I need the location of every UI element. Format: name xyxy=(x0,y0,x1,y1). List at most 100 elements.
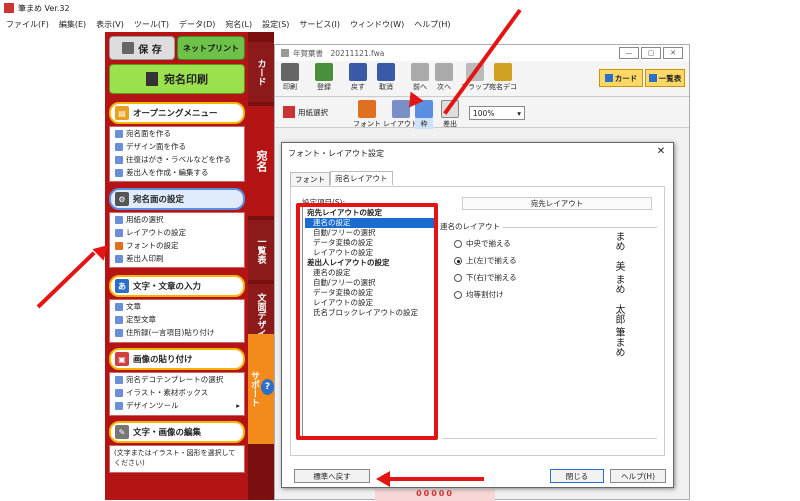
menu-item-layout[interactable]: レイアウトの設定 xyxy=(110,226,244,239)
dialog-title: フォント・レイアウト設定 xyxy=(288,148,384,158)
card-view-button[interactable]: カード xyxy=(599,69,643,87)
menu-item-deco-template[interactable]: 宛名デコテンプレートの選択 xyxy=(110,373,244,386)
menu-file[interactable]: ファイル(F) xyxy=(6,19,49,30)
postcard-icon xyxy=(115,155,123,164)
close-dialog-button[interactable]: 閉じる xyxy=(550,469,604,483)
radio-justify[interactable]: 均等割付け xyxy=(454,286,517,303)
section-text-input[interactable]: あ 文字・文章の入力 xyxy=(109,275,245,297)
address-print-label: 宛名印刷 xyxy=(164,73,208,86)
print-label: 印刷 xyxy=(283,83,297,91)
section-address-settings[interactable]: ⚙ 宛名面の設定 xyxy=(109,188,245,210)
tab-support[interactable]: ? サポート xyxy=(248,334,274,444)
netprint-button[interactable]: ネットプリント xyxy=(177,36,245,60)
menu-tools[interactable]: ツール(T) xyxy=(134,19,169,30)
radio-top[interactable]: 上(左)で揃える xyxy=(454,252,517,269)
paper-icon xyxy=(115,215,123,224)
menu-view[interactable]: 表示(V) xyxy=(96,19,124,30)
illust-icon xyxy=(115,388,123,397)
menu-item-create-address[interactable]: 宛名面を作る xyxy=(110,127,244,140)
radio-label: 下(右)で揃える xyxy=(466,273,517,282)
radio-label: 均等割付け xyxy=(466,290,504,299)
menu-item-create-design[interactable]: デザイン面を作る xyxy=(110,140,244,153)
item-label: 宛名デコテンプレートの選択 xyxy=(126,375,224,384)
font-icon xyxy=(115,241,123,250)
card-view-label: カード xyxy=(614,73,638,83)
menu-edit[interactable]: 編集(E) xyxy=(59,19,86,30)
font-button[interactable]: フォント xyxy=(353,100,381,129)
tab-card[interactable]: カード xyxy=(248,42,274,102)
help-icon: ? xyxy=(261,379,274,395)
next-button[interactable]: 次へ xyxy=(435,63,453,92)
menu-item-illust-box[interactable]: イラスト・素材ボックス xyxy=(110,386,244,399)
tab-address[interactable]: 宛名 xyxy=(248,106,274,216)
dialog-tabs: フォント 宛名レイアウト xyxy=(290,171,393,186)
help-label: ヘルプ(H) xyxy=(621,471,655,481)
item-label: 宛名面を作る xyxy=(126,129,171,138)
next-label: 次へ xyxy=(437,83,451,91)
menu-service[interactable]: サービス(I) xyxy=(299,19,340,30)
card-icon xyxy=(604,74,613,82)
section-image-paste[interactable]: ▣ 画像の貼り付け xyxy=(109,348,245,370)
menu-help[interactable]: ヘルプ(H) xyxy=(414,19,450,30)
menu-window[interactable]: ウィンドウ(W) xyxy=(350,19,404,30)
menu-item-create-labels[interactable]: 往復はがき・ラベルなどを作る xyxy=(110,153,244,166)
section-title: 文字・文章の入力 xyxy=(133,282,202,292)
prev-icon xyxy=(411,63,429,81)
menu-item-sender-print[interactable]: 差出人印刷 xyxy=(110,252,244,265)
section-image-items: 宛名デコテンプレートの選択 イラスト・素材ボックス デザインツール ▸ xyxy=(109,372,245,416)
print-button[interactable]: 印刷 xyxy=(281,63,299,92)
panel-header-label: 宛先レイアウト xyxy=(530,199,584,208)
item-label: 差出人を作成・編集する xyxy=(126,168,209,177)
paper-label: 用紙選択 xyxy=(298,107,328,117)
close-window-button[interactable]: ✕ xyxy=(663,47,683,59)
section-edit[interactable]: ✎ 文字・画像の編集 xyxy=(109,421,245,443)
preview-name-1: まめ 太郎 xyxy=(613,274,624,324)
tab-list[interactable]: 一覧表 xyxy=(248,220,274,280)
tab-address-layout[interactable]: 宛名レイアウト xyxy=(330,171,393,185)
menu-data[interactable]: データ(D) xyxy=(179,19,215,30)
menu-item-font[interactable]: フォントの設定 xyxy=(110,239,244,252)
prev-button[interactable]: 前へ xyxy=(411,63,429,92)
close-icon[interactable]: ✕ xyxy=(654,146,668,160)
menu-item-paste-address[interactable]: 住所録(一言項目)貼り付け xyxy=(110,326,244,339)
menu-address[interactable]: 宛名(L) xyxy=(225,19,252,30)
vertical-tabs: カード 宛名 一覧表 文面デザイン ? サポート xyxy=(248,32,274,500)
register-icon xyxy=(315,63,333,81)
register-button[interactable]: 登録 xyxy=(315,63,333,92)
undo-button[interactable]: 戻す xyxy=(349,63,367,92)
list-view-button[interactable]: 一覧表 xyxy=(645,69,685,87)
panel-header: 宛先レイアウト xyxy=(462,197,652,210)
minimize-button[interactable]: — xyxy=(619,47,639,59)
section-opening-menu[interactable]: ▤ オープニングメニュー xyxy=(109,102,245,124)
zoom-select[interactable]: 100% ▾ xyxy=(469,106,525,120)
palette-icon xyxy=(115,401,123,410)
design-icon xyxy=(115,142,123,151)
radio-bottom[interactable]: 下(右)で揃える xyxy=(454,269,517,286)
radio-group: 中央で揃える 上(左)で揃える 下(右)で揃える 均等割付け xyxy=(454,235,517,303)
text-a-icon: あ xyxy=(115,279,129,293)
menu-item-paper[interactable]: 用紙の選択 xyxy=(110,213,244,226)
layout-label: レイアウト xyxy=(383,120,418,128)
deco-button[interactable]: 宛名デコ xyxy=(489,63,517,92)
radio-center[interactable]: 中央で揃える xyxy=(454,235,517,252)
help-button[interactable]: ヘルプ(H) xyxy=(610,469,666,483)
menu-item-sender[interactable]: 差出人を作成・編集する xyxy=(110,166,244,179)
gear-icon: ⚙ xyxy=(115,192,129,206)
menu-item-design-tools[interactable]: デザインツール ▸ xyxy=(110,399,244,412)
document-title: 年賀葉書 20211121.fwa xyxy=(293,48,385,58)
maximize-button[interactable]: ▢ xyxy=(641,47,661,59)
paper-select-button[interactable]: 用紙選択 xyxy=(283,106,328,118)
address-print-button[interactable]: 宛名印刷 xyxy=(109,64,245,94)
item-label: 住所録(一言項目)貼り付け xyxy=(126,328,215,337)
menu-item-template-text[interactable]: 定型文章 xyxy=(110,313,244,326)
item-label: イラスト・素材ボックス xyxy=(126,388,209,397)
item-label: 用紙の選択 xyxy=(126,215,164,224)
section-title: 宛名面の設定 xyxy=(133,195,185,205)
cancel-button[interactable]: 取消 xyxy=(377,63,395,92)
item-label: デザイン面を作る xyxy=(126,142,186,151)
reset-default-button[interactable]: 標準へ戻す xyxy=(294,469,370,483)
menu-settings[interactable]: 設定(S) xyxy=(262,19,289,30)
menu-item-text[interactable]: 文章 xyxy=(110,300,244,313)
save-button[interactable]: 保 存 xyxy=(109,36,175,60)
tab-font[interactable]: フォント xyxy=(290,172,330,186)
